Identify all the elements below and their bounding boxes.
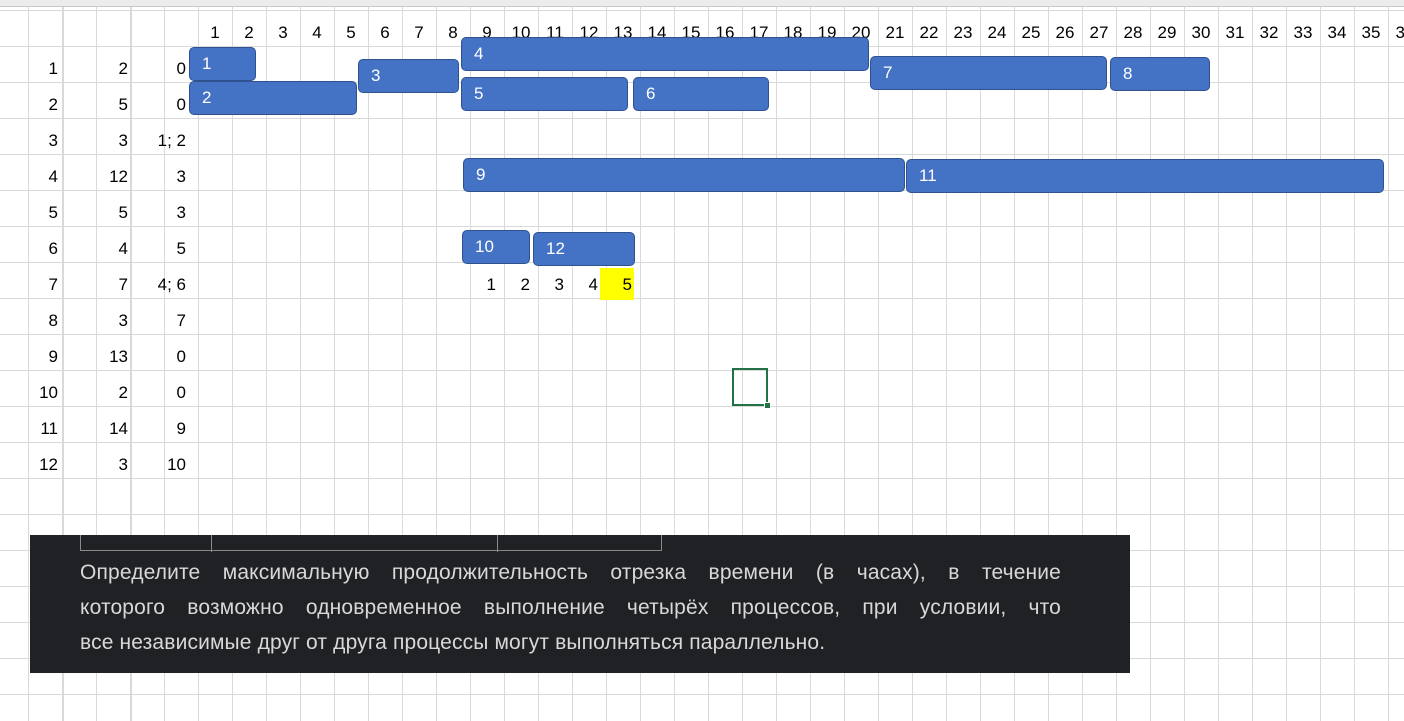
column-number: 36 [1395, 23, 1404, 42]
gantt-bar[interactable]: 11 [906, 159, 1384, 193]
column-number: 34 [1327, 23, 1347, 42]
gantt-bar[interactable]: 9 [463, 158, 905, 192]
gantt-bar[interactable]: 12 [533, 232, 635, 266]
column-number: 4 [312, 23, 322, 42]
process-duration-cell[interactable]: 3 [64, 123, 128, 159]
process-id-cell[interactable]: 8 [0, 303, 58, 339]
question-line: все независимые друг от друга процессы м… [80, 631, 826, 654]
process-id-cell[interactable]: 5 [0, 195, 58, 231]
column-number: 25 [1021, 23, 1041, 42]
gantt-bar[interactable]: 5 [461, 77, 628, 111]
process-duration-cell[interactable]: 14 [64, 411, 128, 447]
column-number: 6 [380, 23, 390, 42]
column-number: 35 [1361, 23, 1381, 42]
process-deps-cell[interactable]: 9 [130, 411, 186, 447]
process-id-cell[interactable]: 1 [0, 51, 58, 87]
table-divider [497, 535, 498, 552]
process-id-cell[interactable]: 2 [0, 87, 58, 123]
column-number: 29 [1157, 23, 1177, 42]
column-number: 33 [1293, 23, 1313, 42]
process-deps-cell[interactable]: 10 [130, 447, 186, 483]
column-number: 28 [1123, 23, 1143, 42]
task-question-text: Определите максимальную продолжительност… [80, 555, 1061, 660]
process-id-cell[interactable]: 11 [0, 411, 58, 447]
column-number: 3 [278, 23, 288, 42]
process-duration-cell[interactable]: 3 [64, 303, 128, 339]
process-duration-cell[interactable]: 12 [64, 159, 128, 195]
table-fragment-text: 5 [574, 535, 586, 540]
process-deps-cell[interactable]: 4; 6 [130, 267, 186, 303]
gantt-bar[interactable]: 8 [1110, 57, 1210, 91]
table-divider [211, 535, 212, 552]
column-header-strip [0, 0, 1404, 7]
question-line: которого возможно одновременное выполнен… [80, 596, 1061, 619]
task-text-overlay: 4 7 5 Определите максимальную продолжите… [30, 535, 1130, 673]
column-number: 22 [919, 23, 939, 42]
task-table-fragment: 4 7 5 [80, 535, 662, 552]
process-duration-cell[interactable]: 13 [64, 339, 128, 375]
process-duration-cell[interactable]: 4 [64, 231, 128, 267]
column-number: 2 [244, 23, 254, 42]
column-number: 31 [1225, 23, 1245, 42]
gantt-bar[interactable]: 1 [189, 47, 256, 81]
gantt-bar[interactable]: 6 [633, 77, 769, 111]
process-id-cell[interactable]: 7 [0, 267, 58, 303]
selected-cell[interactable] [732, 368, 768, 406]
process-id-cell[interactable]: 3 [0, 123, 58, 159]
process-duration-cell[interactable]: 5 [64, 195, 128, 231]
process-deps-cell[interactable]: 3 [130, 195, 186, 231]
process-duration-cell[interactable]: 2 [64, 375, 128, 411]
column-number: 21 [885, 23, 905, 42]
fill-handle[interactable] [764, 402, 771, 409]
question-line: Определите максимальную продолжительност… [80, 561, 1061, 584]
column-number: 32 [1259, 23, 1279, 42]
process-id-cell[interactable]: 12 [0, 447, 58, 483]
process-duration-cell[interactable]: 5 [64, 87, 128, 123]
column-number: 23 [953, 23, 973, 42]
count-cell[interactable]: 5 [600, 268, 634, 300]
process-id-cell[interactable]: 10 [0, 375, 58, 411]
column-number: 5 [346, 23, 356, 42]
column-number: 30 [1191, 23, 1211, 42]
gantt-bar[interactable]: 2 [189, 81, 357, 115]
count-cell[interactable]: 1 [464, 267, 498, 303]
process-deps-cell[interactable]: 0 [130, 51, 186, 87]
column-number: 27 [1089, 23, 1109, 42]
count-cell[interactable]: 2 [498, 267, 532, 303]
column-number: 1 [210, 23, 220, 42]
count-cell[interactable]: 3 [532, 267, 566, 303]
gantt-bar[interactable]: 4 [461, 37, 869, 71]
gantt-bar[interactable]: 3 [358, 59, 459, 93]
process-id-cell[interactable]: 9 [0, 339, 58, 375]
process-deps-cell[interactable]: 7 [130, 303, 186, 339]
count-cell[interactable]: 4 [566, 267, 600, 303]
column-number: 7 [414, 23, 424, 42]
table-fragment-text: 4 [137, 535, 149, 540]
process-duration-cell[interactable]: 3 [64, 447, 128, 483]
process-id-cell[interactable]: 4 [0, 159, 58, 195]
column-number: 26 [1055, 23, 1075, 42]
process-id-cell[interactable]: 6 [0, 231, 58, 267]
process-deps-cell[interactable]: 0 [130, 375, 186, 411]
process-duration-cell[interactable]: 7 [64, 267, 128, 303]
process-duration-cell[interactable]: 2 [64, 51, 128, 87]
gantt-bar[interactable]: 10 [462, 230, 530, 264]
column-number: 24 [987, 23, 1007, 42]
process-deps-cell[interactable]: 0 [130, 87, 186, 123]
process-deps-cell[interactable]: 5 [130, 231, 186, 267]
process-deps-cell[interactable]: 1; 2 [130, 123, 186, 159]
table-fragment-text: 7 [349, 535, 361, 540]
process-deps-cell[interactable]: 3 [130, 159, 186, 195]
gantt-bar[interactable]: 7 [870, 56, 1107, 90]
process-deps-cell[interactable]: 0 [130, 339, 186, 375]
